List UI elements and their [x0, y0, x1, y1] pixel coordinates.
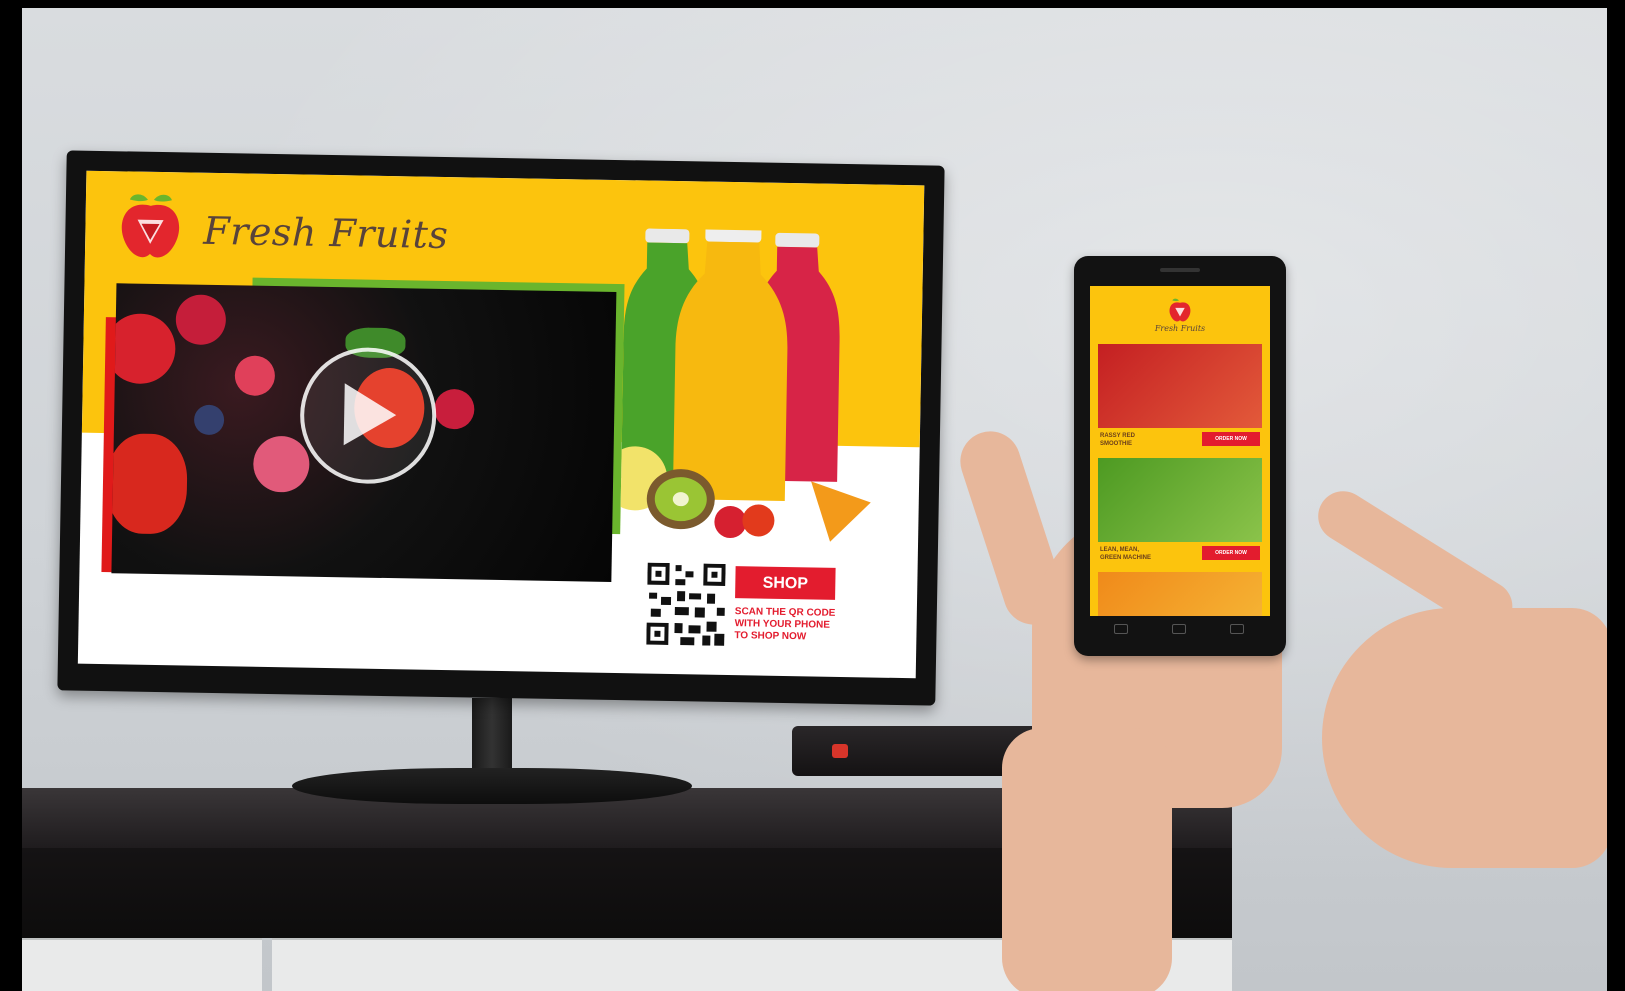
product-title-line: SMOOTHIE: [1100, 441, 1133, 447]
product-title-line: RASSY RED: [1100, 433, 1135, 439]
order-now-button[interactable]: ORDER NOW: [1202, 546, 1260, 560]
order-now-button[interactable]: ORDER NOW: [1202, 432, 1260, 446]
raspberry: [234, 355, 276, 397]
smoothie-image-red: [1098, 344, 1262, 428]
product-title-line: LEAN, MEAN,: [1100, 547, 1139, 553]
smartphone: Fresh Fruits RASSY RED SMOOTHIE ORDER NO…: [1074, 256, 1286, 656]
power-led: [832, 744, 848, 758]
blueberry: [193, 404, 225, 436]
raspberry: [175, 294, 227, 346]
smoothie-image-green: [1098, 458, 1262, 542]
phone-speaker: [1160, 268, 1200, 272]
apple-logo-icon: [121, 194, 180, 258]
drawer-left: [22, 938, 262, 991]
wrist: [1002, 728, 1172, 991]
qr-caption: SCAN THE QR CODE WITH YOUR PHONE TO SHOP…: [734, 606, 855, 644]
strawberry: [111, 313, 176, 385]
product-title-line: GREEN MACHINE: [1100, 555, 1152, 561]
product-title: RASSY RED SMOOTHIE: [1100, 432, 1180, 448]
qr-caption-line: TO SHOP NOW: [734, 630, 807, 643]
tv-screen: Fresh Fruits SHOP NOW SCAN THE QR CODE W…: [77, 170, 925, 679]
strawberry: [111, 433, 188, 535]
television: Fresh Fruits SHOP NOW SCAN THE QR CODE W…: [57, 150, 945, 706]
apple-logo-icon: [1169, 298, 1191, 322]
phone-nav-bar: [1104, 624, 1256, 636]
smoothie-image-orange: [1098, 572, 1262, 616]
qr-code-icon: [646, 562, 726, 646]
video-player[interactable]: [111, 283, 617, 582]
home-icon[interactable]: [1172, 624, 1186, 634]
tv-foot: [292, 768, 692, 804]
recent-apps-icon[interactable]: [1230, 624, 1244, 634]
raspberry: [252, 435, 310, 493]
brand-name: Fresh Fruits: [203, 208, 449, 258]
shop-now-button[interactable]: SHOP NOW: [735, 566, 836, 624]
photo-scene: Fresh Fruits SHOP NOW SCAN THE QR CODE W…: [22, 8, 1607, 991]
play-icon: [343, 383, 397, 446]
tv-neck: [472, 698, 512, 778]
raspberry: [433, 388, 475, 430]
product-title: LEAN, MEAN, GREEN MACHINE: [1100, 546, 1180, 562]
phone-brand-name: Fresh Fruits: [1154, 324, 1206, 333]
phone-screen: Fresh Fruits RASSY RED SMOOTHIE ORDER NO…: [1090, 286, 1270, 616]
play-button[interactable]: [299, 346, 438, 485]
juice-bottles-image: [619, 228, 871, 542]
back-icon[interactable]: [1114, 624, 1128, 634]
right-hand: [1322, 608, 1607, 868]
